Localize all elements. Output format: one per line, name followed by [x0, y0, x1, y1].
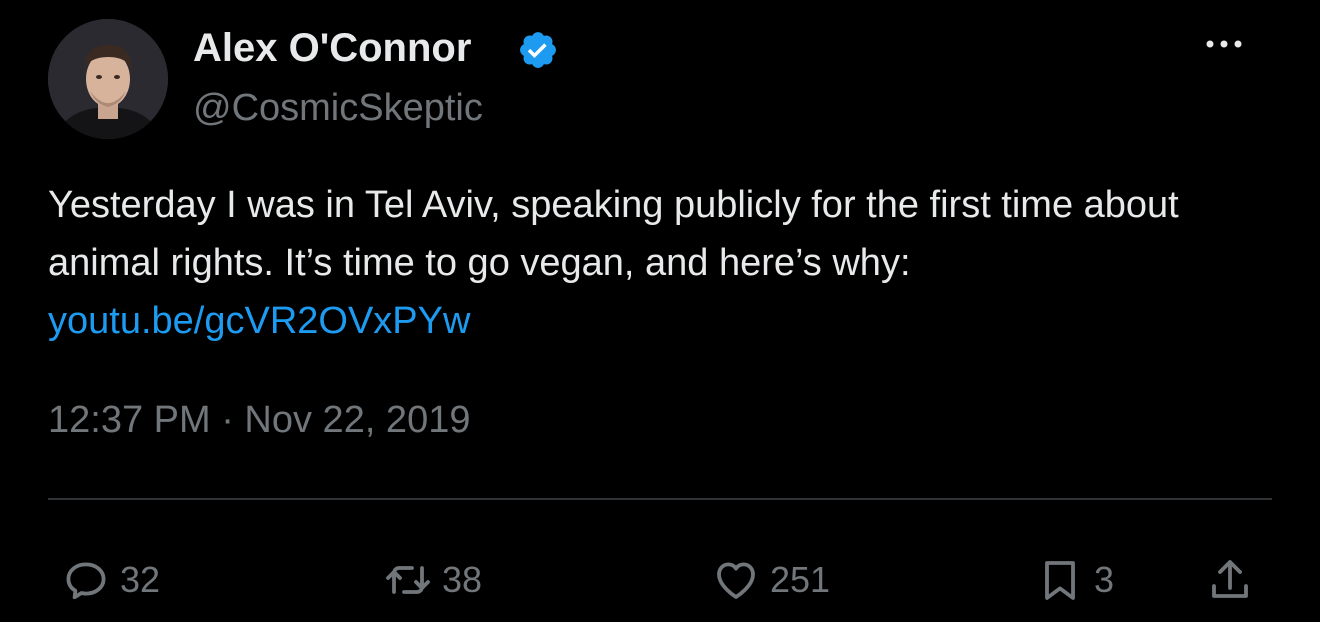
timestamp[interactable]: 12:37 PM · Nov 22, 2019	[48, 394, 470, 446]
tweet-body: Yesterday I was in Tel Aviv, speaking pu…	[48, 184, 1179, 284]
bookmark-button[interactable]: 3	[1036, 556, 1114, 604]
verified-badge-icon	[520, 32, 556, 68]
bookmark-count: 3	[1094, 559, 1115, 600]
retweet-count: 38	[442, 559, 483, 600]
like-count: 251	[770, 559, 831, 600]
bookmark-icon	[1045, 561, 1075, 600]
share-button[interactable]	[1206, 556, 1254, 604]
display-name[interactable]: Alex O'Connor	[193, 24, 471, 72]
reply-icon	[66, 562, 106, 600]
divider	[48, 498, 1272, 500]
reply-button[interactable]: 32	[62, 556, 160, 604]
profile-photo	[48, 19, 168, 139]
tweet-text: Yesterday I was in Tel Aviv, speaking pu…	[48, 176, 1278, 350]
tweet-link[interactable]: youtu.be/gcVR2OVxPYw	[48, 300, 470, 342]
avatar[interactable]	[48, 19, 168, 139]
retweet-icon	[386, 566, 430, 594]
handle[interactable]: @CosmicSkeptic	[193, 84, 483, 132]
reply-count: 32	[120, 559, 161, 600]
retweet-button[interactable]: 38	[384, 556, 482, 604]
like-button[interactable]: 251	[712, 556, 830, 604]
more-options-icon[interactable]	[1200, 30, 1248, 58]
share-icon	[1212, 560, 1248, 598]
heart-icon	[717, 562, 755, 599]
